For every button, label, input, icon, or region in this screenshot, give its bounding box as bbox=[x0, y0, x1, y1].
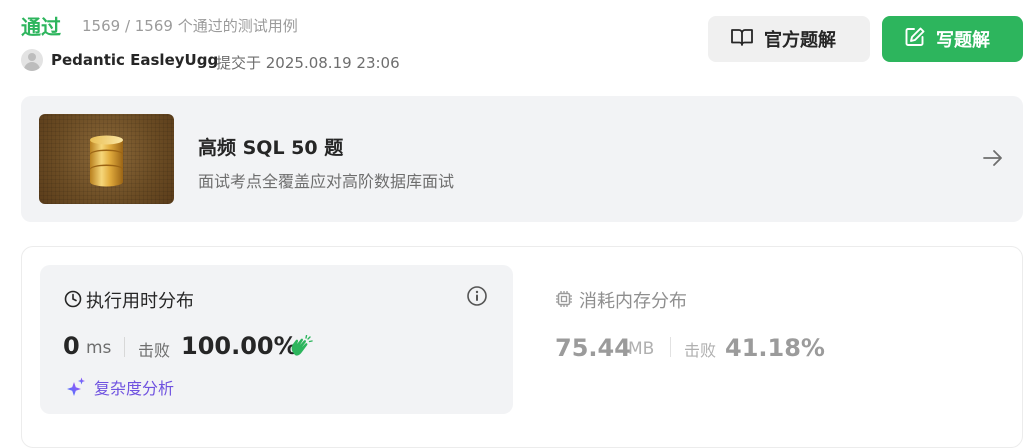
runtime-unit: ms bbox=[86, 338, 112, 358]
clap-icon bbox=[289, 334, 313, 363]
divider bbox=[124, 337, 125, 357]
study-plan-title: 高频 SQL 50 题 bbox=[198, 137, 344, 159]
complexity-analysis-link[interactable]: 复杂度分析 bbox=[94, 375, 174, 399]
avatar[interactable] bbox=[21, 49, 43, 71]
memory-chip-icon bbox=[555, 290, 573, 312]
memory-beats-value: 41.18% bbox=[725, 334, 825, 362]
write-solution-label: 写题解 bbox=[936, 30, 990, 51]
write-solution-button[interactable]: 写题解 bbox=[882, 16, 1023, 62]
official-solution-button[interactable]: 官方题解 bbox=[708, 16, 870, 62]
arrow-right-icon[interactable] bbox=[983, 147, 1003, 173]
book-icon bbox=[730, 27, 754, 52]
sparkle-icon bbox=[65, 376, 87, 402]
database-thumbnail bbox=[39, 114, 174, 204]
runtime-title: 执行用时分布 bbox=[86, 291, 194, 312]
test-cases-passed: 1569 / 1569 个通过的测试用例 bbox=[82, 17, 298, 35]
memory-beats-label: 击败 bbox=[684, 341, 717, 360]
database-icon bbox=[90, 135, 123, 187]
study-plan-subtitle: 面试考点全覆盖应对高阶数据库面试 bbox=[198, 172, 455, 191]
clock-icon bbox=[64, 290, 82, 312]
username-link[interactable]: Pedantic EasleyUgg bbox=[51, 51, 218, 69]
memory-title[interactable]: 消耗内存分布 bbox=[579, 287, 687, 313]
official-solution-label: 官方题解 bbox=[764, 30, 836, 51]
submitted-time: 提交于 2025.08.19 23:06 bbox=[216, 54, 400, 72]
runtime-value: 0 bbox=[63, 332, 80, 360]
memory-value: 75.44 bbox=[555, 334, 631, 362]
runtime-beats-value: 100.00% bbox=[181, 332, 298, 360]
divider bbox=[670, 337, 671, 357]
runtime-beats-label: 击败 bbox=[138, 341, 171, 360]
info-icon[interactable] bbox=[466, 285, 488, 311]
submission-status: 通过 bbox=[21, 15, 61, 39]
memory-unit: MB bbox=[628, 339, 655, 359]
edit-icon bbox=[904, 26, 926, 53]
